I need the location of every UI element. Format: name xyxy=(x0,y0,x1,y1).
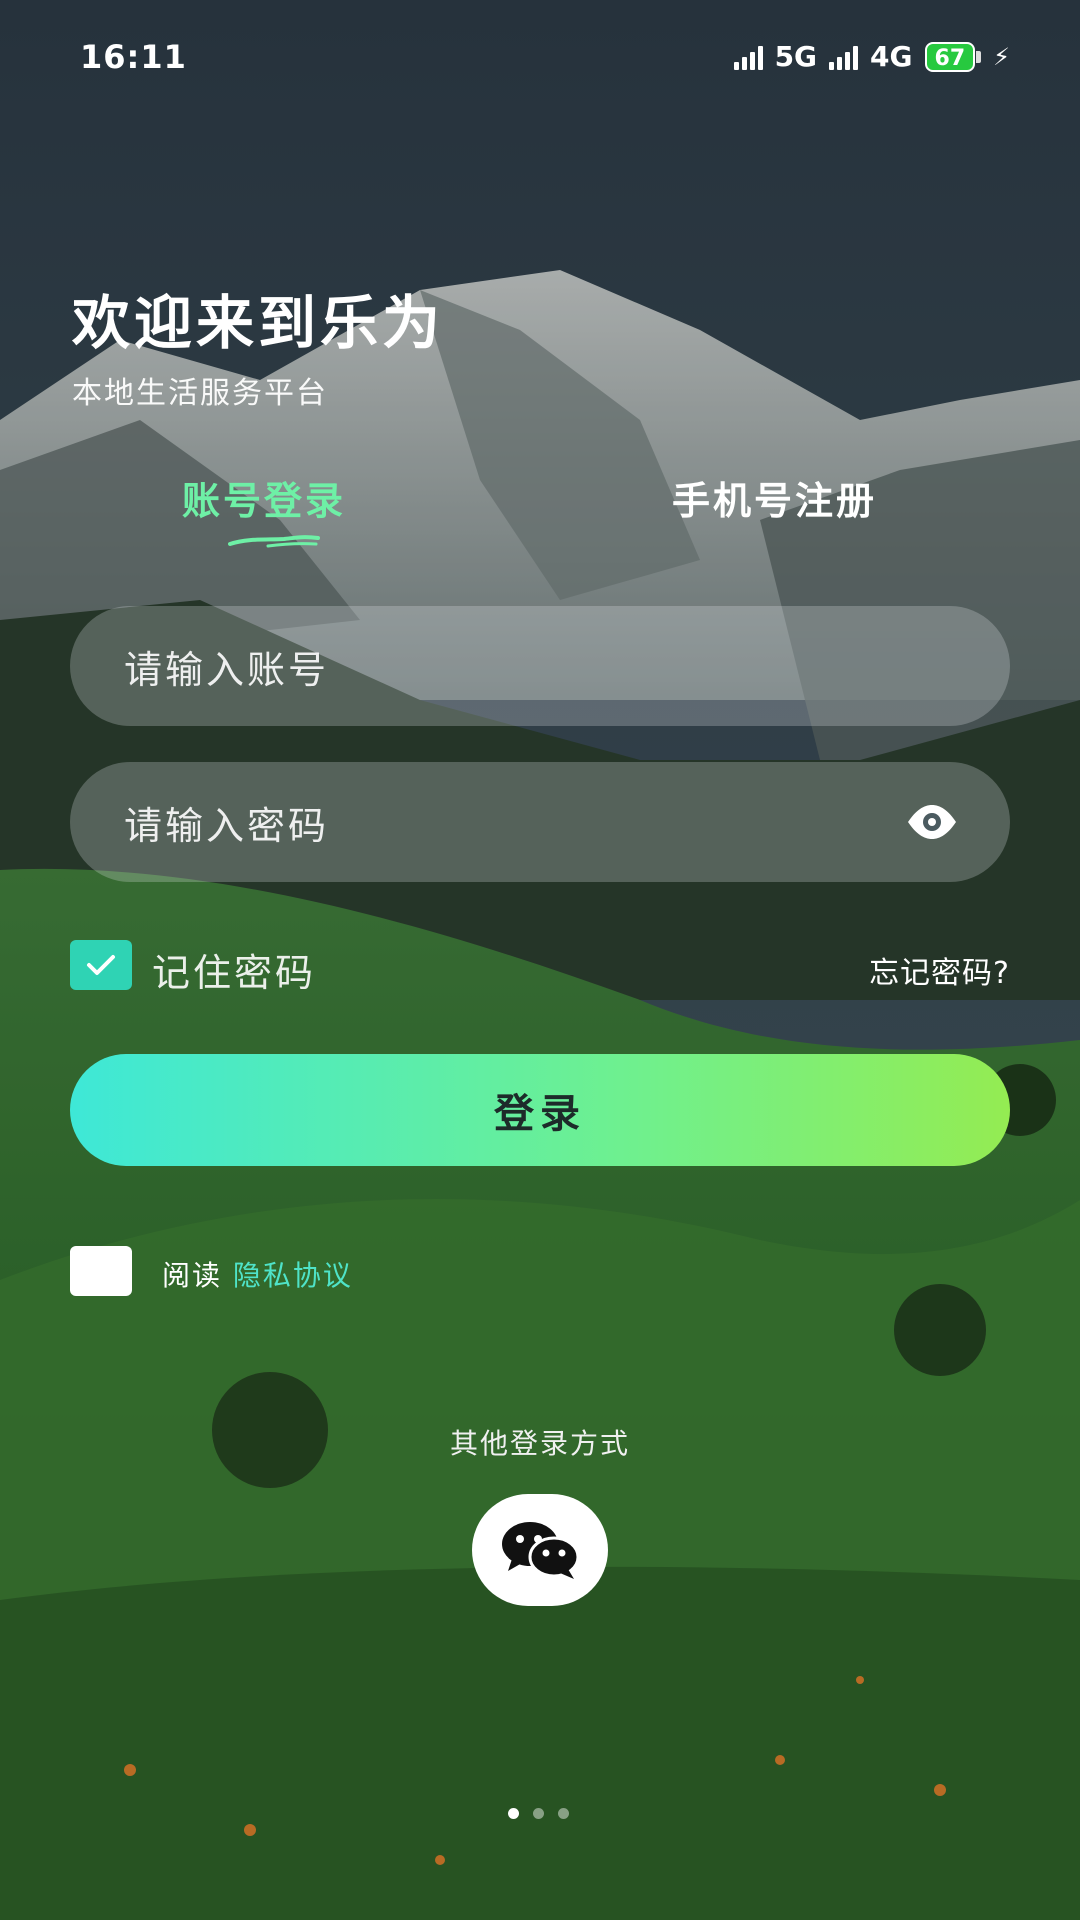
agreement-prefix: 阅读 xyxy=(162,1259,223,1292)
page-dot xyxy=(508,1808,519,1819)
tab-account-login[interactable]: 账号登录 xyxy=(182,470,346,525)
page-dot xyxy=(558,1808,569,1819)
charging-icon: ⚡ xyxy=(993,42,1010,71)
battery-icon: 67 xyxy=(924,41,982,72)
page-dot xyxy=(533,1808,544,1819)
active-tab-indicator xyxy=(228,535,320,548)
page-indicator xyxy=(508,1808,569,1819)
network-label-1: 5G xyxy=(774,40,818,73)
eye-icon[interactable] xyxy=(906,800,958,844)
other-login-label: 其他登录方式 xyxy=(449,1427,630,1460)
status-indicators: 5G 4G 67 ⚡ xyxy=(733,40,1010,73)
status-bar: 16:11 5G 4G 67 ⚡ xyxy=(0,0,1080,118)
page-title: 欢迎来到乐为 xyxy=(72,289,445,357)
remember-password-checkbox[interactable] xyxy=(70,940,132,990)
privacy-agreement-checkbox[interactable] xyxy=(70,1246,132,1296)
page-subtitle: 本地生活服务平台 xyxy=(72,376,328,411)
network-label-2: 4G xyxy=(870,40,913,73)
wechat-login-button[interactable] xyxy=(472,1494,608,1606)
password-placeholder: 请输入密码 xyxy=(124,803,330,848)
forgot-password-link[interactable]: 忘记密码? xyxy=(869,948,1010,992)
wechat-icon xyxy=(502,1522,580,1579)
checkmark-icon xyxy=(87,955,115,975)
account-input[interactable]: 请输入账号 xyxy=(70,606,1010,726)
login-button[interactable]: 登录 xyxy=(70,1054,1010,1166)
tab-phone-register[interactable]: 手机号注册 xyxy=(672,470,877,525)
status-time: 16:11 xyxy=(80,38,187,76)
password-input[interactable]: 请输入密码 xyxy=(70,762,1010,882)
signal-icon xyxy=(733,44,763,70)
privacy-agreement-text: 阅读 隐私协议 xyxy=(162,1254,353,1294)
signal-icon xyxy=(829,44,859,70)
account-placeholder: 请输入账号 xyxy=(124,647,330,692)
remember-password-label: 记住密码 xyxy=(152,951,317,995)
privacy-policy-link[interactable]: 隐私协议 xyxy=(233,1259,353,1292)
battery-level: 67 xyxy=(924,41,976,72)
